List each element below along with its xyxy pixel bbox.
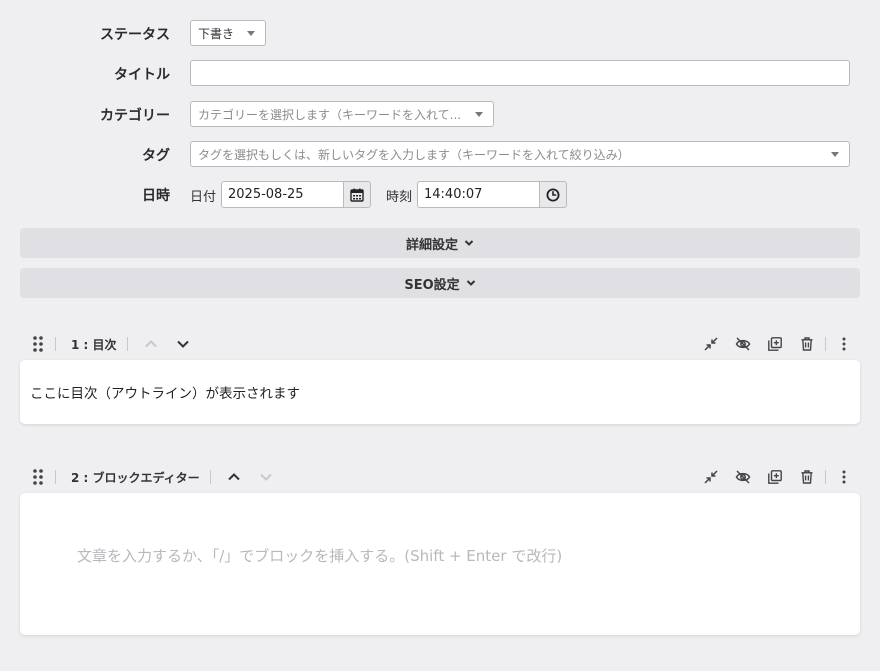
- chevron-up-icon: [227, 473, 240, 481]
- chevron-down-icon: [831, 152, 839, 157]
- collapse-button[interactable]: [695, 331, 727, 357]
- seo-settings-toggle[interactable]: SEO設定: [20, 268, 860, 298]
- move-down-button[interactable]: [167, 331, 199, 357]
- toc-content: ここに目次（アウトライン）が表示されます: [30, 386, 300, 402]
- time-label: 時刻: [386, 190, 413, 205]
- title-label: タイトル: [114, 67, 170, 83]
- tags-placeholder: タグを選択もしくは、新しいタグを入力します（キーワードを入れて絞り込み）: [198, 147, 630, 162]
- drag-handle-icon[interactable]: [28, 467, 48, 487]
- divider: [55, 470, 56, 484]
- more-vertical-icon: [842, 337, 846, 351]
- more-vertical-icon: [842, 470, 846, 484]
- chevron-down-icon: [466, 279, 476, 287]
- tags-select[interactable]: タグを選択もしくは、新しいタグを入力します（キーワードを入れて絞り込み）: [190, 141, 850, 167]
- status-select[interactable]: 下書き: [190, 20, 266, 46]
- eye-off-icon: [735, 337, 751, 351]
- seo-settings-label: SEO設定: [404, 277, 460, 293]
- eye-off-icon: [735, 470, 751, 484]
- time-input[interactable]: 14:40:07: [417, 181, 540, 208]
- delete-button[interactable]: [791, 464, 823, 490]
- duplicate-button[interactable]: [759, 464, 791, 490]
- time-picker-button[interactable]: [540, 181, 567, 208]
- move-up-button[interactable]: [135, 331, 167, 357]
- divider: [209, 470, 211, 484]
- chevron-down-icon: [247, 31, 255, 36]
- divider: [55, 337, 56, 351]
- status-label: ステータス: [100, 27, 170, 43]
- category-select[interactable]: カテゴリーを選択します（キーワードを入れて...: [190, 101, 494, 127]
- advanced-settings-label: 詳細設定: [405, 237, 458, 253]
- collapse-icon: [704, 337, 718, 351]
- trash-icon: [801, 470, 813, 484]
- chevron-down-icon: [475, 112, 483, 117]
- duplicate-button[interactable]: [759, 331, 791, 357]
- hide-button[interactable]: [727, 464, 759, 490]
- date-value: 2025-08-25: [228, 187, 304, 202]
- block-header: 1 : 目次: [20, 331, 860, 357]
- collapse-button[interactable]: [695, 464, 727, 490]
- more-options-button[interactable]: [828, 331, 860, 357]
- chevron-down-icon: [176, 340, 189, 348]
- clock-icon: [546, 188, 560, 201]
- block-title: 2 : ブロックエディター: [71, 470, 200, 485]
- status-value: 下書き: [198, 26, 235, 41]
- block-title: 1 : 目次: [71, 337, 117, 352]
- date-input[interactable]: 2025-08-25: [221, 181, 344, 208]
- chevron-down-icon: [464, 239, 474, 247]
- toc-block: ここに目次（アウトライン）が表示されます: [20, 360, 860, 424]
- date-label: 日付: [190, 190, 217, 205]
- duplicate-icon: [768, 470, 782, 484]
- chevron-up-icon: [144, 340, 157, 348]
- divider: [825, 470, 826, 484]
- tags-label: タグ: [142, 148, 170, 164]
- date-picker-button[interactable]: [344, 181, 371, 208]
- drag-handle-icon[interactable]: [28, 334, 48, 354]
- block-header: 2 : ブロックエディター: [20, 464, 860, 490]
- title-input[interactable]: [190, 60, 850, 86]
- move-down-button[interactable]: [250, 464, 282, 490]
- trash-icon: [801, 337, 813, 351]
- hide-button[interactable]: [727, 331, 759, 357]
- datetime-label: 日時: [142, 188, 170, 204]
- move-up-button[interactable]: [218, 464, 250, 490]
- time-value: 14:40:07: [424, 187, 483, 202]
- editor-placeholder: 文章を入力するか、「/」でブロックを挿入する。(Shift + Enter で改…: [77, 547, 563, 565]
- calendar-icon: [350, 188, 364, 202]
- category-label: カテゴリー: [100, 108, 170, 124]
- chevron-down-icon: [259, 473, 272, 481]
- advanced-settings-toggle[interactable]: 詳細設定: [20, 228, 860, 258]
- block-editor-area[interactable]: 文章を入力するか、「/」でブロックを挿入する。(Shift + Enter で改…: [20, 493, 860, 635]
- divider: [825, 337, 826, 351]
- delete-button[interactable]: [791, 331, 823, 357]
- more-options-button[interactable]: [828, 464, 860, 490]
- category-placeholder: カテゴリーを選択します（キーワードを入れて...: [198, 107, 462, 122]
- collapse-icon: [704, 470, 718, 484]
- divider: [126, 337, 128, 351]
- duplicate-icon: [768, 337, 782, 351]
